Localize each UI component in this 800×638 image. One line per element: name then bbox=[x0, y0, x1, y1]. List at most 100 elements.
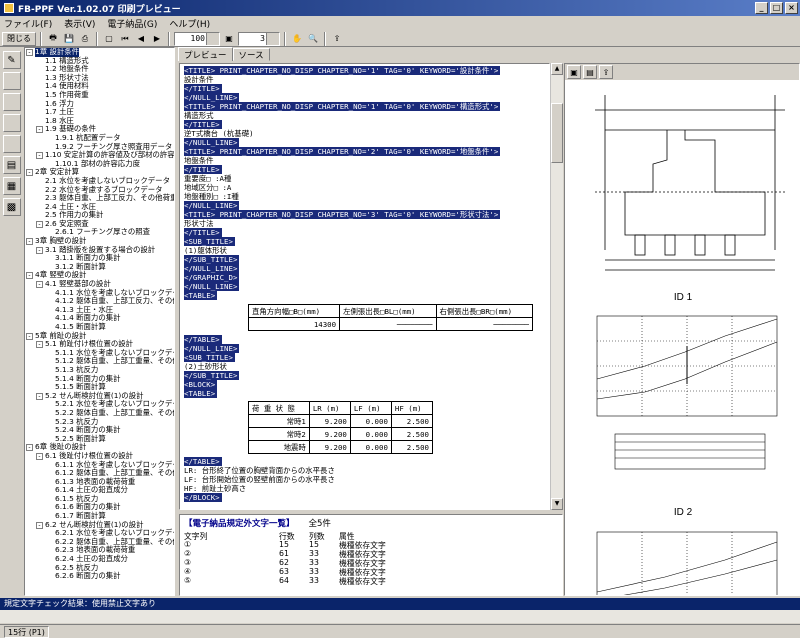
scroll-down-icon[interactable]: ▼ bbox=[551, 498, 563, 510]
source-line: </TABLE> bbox=[184, 335, 549, 344]
expander-icon[interactable]: - bbox=[26, 169, 33, 177]
tool-icon-5[interactable] bbox=[2, 135, 21, 153]
source-tag: </NULL_LINE> bbox=[184, 201, 240, 210]
page-preview-panel: ▣ ▤ ⇪ ID 1 ID 2 bbox=[564, 63, 800, 596]
expander-icon[interactable]: - bbox=[26, 332, 33, 340]
tree-item[interactable]: 6.2.6 断面力の集計 bbox=[25, 572, 174, 581]
page-input[interactable]: 3 bbox=[238, 31, 280, 46]
source-view[interactable]: <TITLE> PRINT_CHAPTER_NO_DISP CHAPTER_NO… bbox=[179, 63, 550, 510]
menu-help[interactable]: ヘルプ(H) bbox=[169, 17, 210, 30]
expander-icon[interactable]: - bbox=[36, 152, 43, 160]
expander-icon[interactable]: - bbox=[36, 341, 43, 349]
tree-item[interactable]: 6.2.4 土圧の鉛直成分 bbox=[25, 554, 174, 564]
table-cell: 2.500 bbox=[390, 427, 434, 441]
table-cell: 常時1 bbox=[248, 414, 310, 428]
source-line: </GRAPHIC_D> bbox=[184, 273, 549, 282]
table-cell: 2.500 bbox=[390, 440, 434, 454]
preview-id-1: ID 1 bbox=[673, 292, 693, 303]
source-scrollbar[interactable]: ▲ ▼ bbox=[550, 63, 563, 510]
zoom-input[interactable]: 100 bbox=[174, 31, 220, 46]
grid-icon[interactable]: ▩ bbox=[2, 198, 21, 216]
source-tag: <TITLE> PRINT_CHAPTER_NO_DISP CHAPTER_NO… bbox=[184, 66, 501, 75]
source-line: <TITLE> PRINT_CHAPTER_NO_DISP CHAPTER_NO… bbox=[184, 66, 549, 75]
soil-table: 荷 重 状 態 LR (m) LF (m) HF (m) 常時1 9.200 0.000 2.… bbox=[248, 401, 434, 454]
maximize-button[interactable]: □ bbox=[770, 2, 783, 14]
preview-save-icon[interactable]: ▣ bbox=[567, 65, 581, 79]
expander-icon[interactable]: - bbox=[26, 444, 33, 452]
table-icon[interactable]: ▦ bbox=[2, 177, 21, 195]
table-cell: ──────── bbox=[435, 317, 534, 331]
document-icon[interactable]: ▤ bbox=[2, 156, 21, 174]
expander-icon[interactable]: - bbox=[36, 220, 43, 228]
printer-setup-icon[interactable]: ⎙ bbox=[78, 32, 92, 46]
print-icon[interactable]: 🖶 bbox=[46, 32, 60, 46]
source-line: <TITLE> PRINT_CHAPTER_NO_DISP CHAPTER_NO… bbox=[184, 102, 549, 111]
source-tag: </SUB_TITLE> bbox=[184, 255, 240, 264]
error-row[interactable]: ③ 62 33 機種依存文字 bbox=[180, 558, 562, 568]
page-icon[interactable]: ▢ bbox=[102, 32, 116, 46]
minimize-button[interactable]: _ bbox=[755, 2, 768, 14]
error-row[interactable]: ⑤ 64 33 機種依存文字 bbox=[180, 576, 562, 586]
scroll-thumb[interactable] bbox=[551, 103, 563, 163]
edit-icon[interactable]: ✎ bbox=[2, 51, 21, 69]
source-line: <TITLE> PRINT_CHAPTER_NO_DISP CHAPTER_NO… bbox=[184, 210, 549, 219]
close-button[interactable]: × bbox=[785, 2, 798, 14]
source-text: 重要度□ :A種 bbox=[184, 174, 232, 183]
source-tag: </NULL_LINE> bbox=[184, 138, 240, 147]
table-cell: 14300 bbox=[247, 317, 341, 331]
table-cell: 0.000 bbox=[349, 440, 392, 454]
source-line: <BLOCK> bbox=[184, 380, 549, 389]
horizontal-scrollbar[interactable] bbox=[0, 610, 800, 623]
close-preview-button[interactable]: 閉じる bbox=[2, 31, 36, 46]
menu-file[interactable]: ファイル(F) bbox=[4, 17, 52, 30]
source-line: LR: 台形終了位置の胸壁背面からの水平長さ bbox=[184, 466, 549, 475]
hand-icon[interactable]: ✋ bbox=[290, 32, 304, 46]
title-bar: FB-PPF Ver.1.02.07 印刷プレビュー _ □ × bbox=[0, 0, 800, 16]
source-tag: </GRAPHIC_D> bbox=[184, 273, 240, 282]
source-text: 地盤種別□ :I種 bbox=[184, 192, 239, 201]
expander-icon[interactable]: - bbox=[36, 246, 43, 254]
expander-icon[interactable]: - bbox=[36, 392, 43, 400]
expander-icon[interactable]: - bbox=[26, 238, 33, 246]
menu-view[interactable]: 表示(V) bbox=[64, 17, 95, 30]
source-line: 逆T式橋台 (杭基礎) bbox=[184, 129, 549, 138]
source-line: 設計条件 bbox=[184, 75, 549, 84]
table-cell: 2.500 bbox=[390, 414, 434, 428]
error-cell: 33 bbox=[309, 576, 319, 585]
table-cell: LR (m) bbox=[308, 401, 351, 415]
error-row[interactable]: ① 15 15 機種依存文字 bbox=[180, 540, 562, 550]
error-row[interactable]: ④ 63 33 機種依存文字 bbox=[180, 567, 562, 577]
tool-icon-3[interactable] bbox=[2, 93, 21, 111]
tab-source[interactable]: ソース bbox=[232, 48, 270, 61]
first-page-icon[interactable]: ⏮ bbox=[118, 32, 132, 46]
tool-icon-2[interactable] bbox=[2, 72, 21, 90]
chapter-tree[interactable]: -1章 設計条件 1.1 構造形式 1.2 地盤条件 1.3 形状寸法 1.4 使用材料… bbox=[24, 47, 175, 596]
export-icon[interactable]: ⇪ bbox=[330, 32, 344, 46]
expander-icon[interactable]: - bbox=[36, 521, 43, 529]
prev-page-icon[interactable]: ◀ bbox=[134, 32, 148, 46]
tree-item[interactable]: 6.1.4 土圧の鉛直成分 bbox=[25, 486, 174, 495]
expander-icon[interactable]: - bbox=[36, 126, 43, 134]
error-row[interactable]: ② 61 33 機種依存文字 bbox=[180, 549, 562, 559]
source-line: </TABLE> bbox=[184, 457, 549, 466]
tree-item[interactable]: 5.1.2 躯体自重、上部工重量、その他 bbox=[25, 357, 174, 366]
expander-icon[interactable]: - bbox=[36, 281, 43, 289]
source-text: 形状寸法 bbox=[184, 219, 214, 228]
source-tag: <SUB_TITLE> bbox=[184, 353, 235, 362]
save-icon[interactable]: 💾 bbox=[62, 32, 76, 46]
source-text: 地域区分□ :A bbox=[184, 183, 232, 192]
preview-export-icon[interactable]: ⇪ bbox=[599, 65, 613, 79]
expander-icon[interactable]: - bbox=[26, 272, 33, 280]
preview-open-icon[interactable]: ▤ bbox=[583, 65, 597, 79]
tab-preview[interactable]: プレビュー bbox=[178, 47, 233, 61]
expander-icon[interactable]: - bbox=[26, 49, 33, 56]
scroll-up-icon[interactable]: ▲ bbox=[551, 63, 563, 75]
source-line: </TITLE> bbox=[184, 165, 549, 174]
magnify-icon[interactable]: 🔍 bbox=[306, 32, 320, 46]
expander-icon[interactable]: - bbox=[36, 452, 43, 460]
source-line: 地域区分□ :A bbox=[184, 183, 549, 192]
tree-item[interactable]: 5.2.2 躯体自重、上部工重量、その他 bbox=[25, 408, 174, 418]
menu-delivery[interactable]: 電子納品(G) bbox=[107, 17, 157, 30]
tool-icon-4[interactable] bbox=[2, 114, 21, 132]
next-page-icon[interactable]: ▶ bbox=[150, 32, 164, 46]
